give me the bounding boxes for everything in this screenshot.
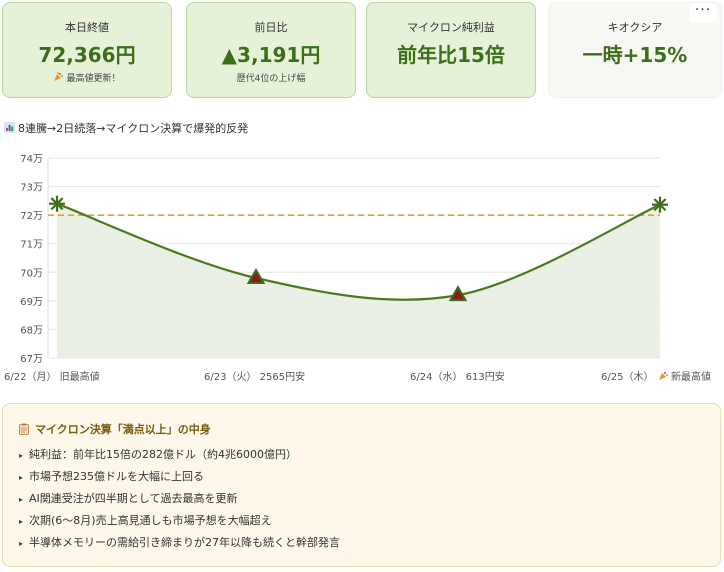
card-sub: 歴代4位の上げ幅 — [236, 74, 306, 84]
card-sub: 最高値更新！ — [3, 71, 171, 84]
clipboard-icon — [19, 423, 29, 435]
list-item-text: 市場予想235億ドルを大幅に上回る — [29, 470, 205, 483]
card-value: 一時+15% — [582, 43, 688, 67]
x-axis-ticks: 6/22（月） 旧最高値 6/23（火） 2565円安 6/24（水） 613円安 6… — [4, 370, 711, 383]
stat-cards: 本日終値 72,366円 最高値更新！ 前日比 ▲3,191円 歴代4位の上げ幅… — [2, 2, 722, 98]
card-label: マイクロン純利益 — [407, 21, 495, 34]
kioxia-card: キオクシア 一時+15% ··· — [548, 2, 722, 98]
area-fill — [57, 203, 660, 358]
x-tick-label: 6/22（月） 旧最高値 — [4, 370, 100, 383]
icon-part — [659, 373, 666, 380]
y-tick-label: 73万 — [20, 183, 43, 194]
icon-part — [664, 372, 666, 374]
x-tick-label: 6/23（火） 2565円安 — [204, 370, 305, 383]
bullet-icon: ▸ — [19, 517, 24, 526]
info-title: マイクロン決算「満点以上」の中身 — [19, 421, 211, 437]
y-tick-label: 70万 — [20, 268, 43, 279]
card-label: 本日終値 — [65, 21, 109, 34]
micron-earnings-box: マイクロン決算「満点以上」の中身 ▸ 純利益：前年比15倍の282億ドル（約4兆6… — [2, 403, 721, 567]
chart-title: 8連騰→2日続落→マイクロン決算で爆発的反発 — [4, 120, 248, 136]
day-change-card: 前日比 ▲3,191円 歴代4位の上げ幅 — [186, 2, 356, 98]
x-tick-label: 6/24（水） 613円安 — [410, 370, 505, 383]
card-value: 前年比15倍 — [397, 43, 505, 67]
x-tick-label: 6/25（木） — [601, 371, 653, 383]
y-tick-label: 69万 — [20, 297, 43, 308]
party-popper-icon — [659, 372, 668, 380]
micron-profit-card: マイクロン純利益 前年比15倍 — [366, 2, 536, 98]
chart-title-text: 8連騰→2日続落→マイクロン決算で爆発的反発 — [18, 122, 249, 135]
series-area — [57, 203, 660, 358]
bullet-icon: ▸ — [19, 473, 24, 482]
line-chart: 67万68万69万70万71万72万73万74万 6/22（月） 旧最高値 6/2… — [4, 154, 711, 383]
bullet-icon: ▸ — [19, 451, 24, 460]
y-axis-ticks: 67万 68万 69万 70万 71万 72万 73万 74万 — [20, 154, 43, 365]
card-value: 72,366円 — [38, 43, 136, 67]
x-tick-label: 新最高値 — [671, 370, 711, 383]
y-tick-label: 71万 — [20, 240, 43, 251]
card-label: 前日比 — [254, 21, 288, 34]
bullet-icon: ▸ — [19, 495, 24, 504]
list-item-text: 純利益：前年比15倍の282億ドル（約4兆6000億円） — [29, 448, 297, 461]
list-item-text: AI関連受注が四半期として過去最高を更新 — [29, 492, 238, 505]
bullet-icon: ▸ — [19, 539, 24, 548]
card-value: ▲3,191円 — [221, 43, 321, 67]
list-item: ▸ 市場予想235億ドルを大幅に上回る — [19, 466, 340, 488]
list-item-text: 半導体メモリーの需給引き締まりが27年以降も続くと幹部発言 — [29, 536, 341, 549]
list-item: ▸ 半導体メモリーの需給引き締まりが27年以降も続くと幹部発言 — [19, 532, 340, 554]
list-item: ▸ 次期(6〜8月)売上高見通しも市場予想を大幅超え — [19, 510, 340, 532]
more-options-button[interactable]: ··· — [689, 3, 717, 23]
star-marker — [652, 196, 668, 213]
card-sub-text: 最高値更新！ — [66, 74, 121, 84]
closing-price-card: 本日終値 72,366円 最高値更新！ — [2, 2, 172, 98]
star-marker — [49, 195, 65, 212]
info-list: ▸ 純利益：前年比15倍の282億ドル（約4兆6000億円） ▸ 市場予想235億ド… — [19, 444, 340, 554]
y-tick-label: 68万 — [20, 325, 43, 336]
list-item-text: 次期(6〜8月)売上高見通しも市場予想を大幅超え — [29, 514, 272, 527]
list-item: ▸ 純利益：前年比15倍の282億ドル（約4兆6000億円） — [19, 444, 340, 466]
icon-part — [666, 374, 668, 376]
y-tick-label: 67万 — [20, 354, 43, 365]
bar-chart-icon — [4, 122, 15, 133]
y-tick-label: 74万 — [20, 154, 43, 165]
list-item: ▸ AI関連受注が四半期として過去最高を更新 — [19, 488, 340, 510]
info-title-text: マイクロン決算「満点以上」の中身 — [35, 423, 211, 436]
party-popper-icon — [54, 72, 64, 81]
y-tick-label: 72万 — [20, 211, 43, 222]
